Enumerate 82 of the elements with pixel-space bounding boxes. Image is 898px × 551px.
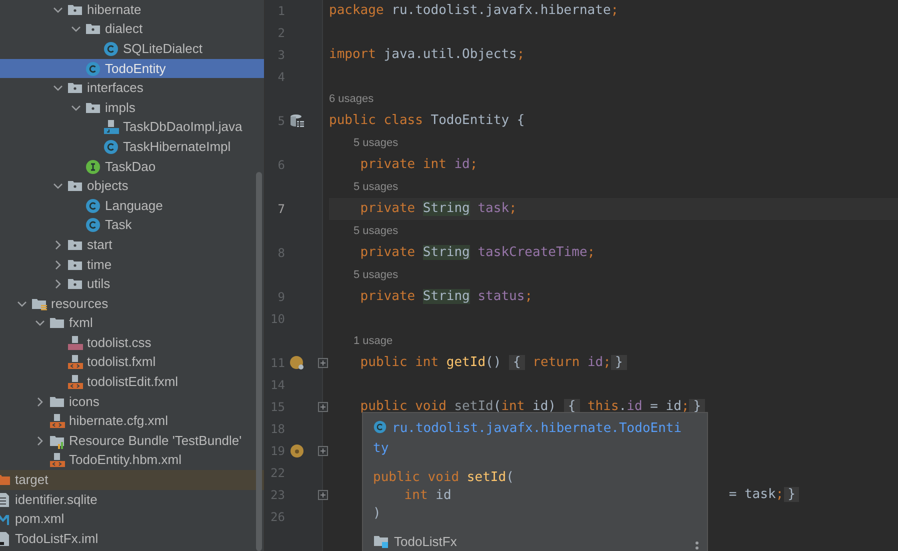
tree-item[interactable]: SQLiteDialect <box>0 39 264 59</box>
usages-hint[interactable]: 1 usage <box>353 335 393 347</box>
expand-fold-icon[interactable] <box>318 446 328 456</box>
class-link[interactable]: ru.todolist.javafx.hibernate.TodoEntity <box>373 419 683 459</box>
setter-icon <box>289 443 305 459</box>
chevron-down-icon[interactable] <box>17 298 27 309</box>
tree-item[interactable]: TodoEntity <box>0 58 264 78</box>
scrollbar-thumb[interactable] <box>256 172 262 551</box>
code-line: private int id; <box>359 157 478 172</box>
code-line: private String task; <box>359 201 517 216</box>
usages-hint[interactable]: 5 usages <box>353 269 398 281</box>
chevron-right-icon[interactable] <box>53 260 63 270</box>
more-options-icon[interactable] <box>695 541 699 551</box>
class-icon <box>85 217 101 234</box>
code-line: public class TodoEntity { <box>329 113 525 128</box>
expand-fold-icon[interactable] <box>318 358 328 368</box>
class-icon <box>373 420 387 434</box>
java-file-icon <box>103 119 119 136</box>
tree-item[interactable]: todolist.css <box>0 333 264 353</box>
xml-file-icon <box>67 354 83 370</box>
chevron-right-icon[interactable] <box>35 396 45 407</box>
module-file-icon <box>0 530 11 547</box>
tree-item[interactable]: pom.xml <box>0 509 264 530</box>
tree-item[interactable]: identifier.sqlite <box>0 490 264 510</box>
tree-item[interactable]: Language <box>0 196 264 216</box>
xml-file-icon <box>67 374 83 390</box>
css-file-icon <box>67 334 83 351</box>
class-icon <box>85 198 101 214</box>
tree-item[interactable]: hibernate.cfg.xml <box>0 411 264 432</box>
tree-item[interactable]: TodoListFx.iml <box>0 529 264 549</box>
tree-item[interactable]: dialect <box>0 20 264 40</box>
code-line: private String taskCreateTime; <box>359 245 596 260</box>
usages-hint[interactable]: 5 usages <box>353 225 398 237</box>
tree-item[interactable]: TaskHibernateImpl <box>0 137 264 157</box>
usages-hint[interactable]: 6 usages <box>329 93 374 105</box>
tree-item[interactable]: icons <box>0 392 264 412</box>
database-table-icon <box>289 113 305 129</box>
tree-item[interactable]: start <box>0 235 264 255</box>
interface-icon <box>85 158 101 175</box>
tree-item[interactable]: Task <box>0 216 264 236</box>
getter-icon <box>289 355 305 371</box>
expand-fold-icon[interactable] <box>318 490 328 500</box>
chevron-down-icon[interactable] <box>53 4 63 15</box>
code-line: private String status; <box>359 289 533 304</box>
chevron-down-icon[interactable] <box>53 83 63 94</box>
tree-item[interactable]: fxml <box>0 314 264 334</box>
expand-fold-icon[interactable] <box>318 402 328 412</box>
chevron-right-icon[interactable] <box>53 240 63 250</box>
class-icon <box>85 60 101 77</box>
tree-item[interactable]: TodoEntity.hbm.xml <box>0 450 264 470</box>
tree-item[interactable]: objects <box>0 176 264 196</box>
tree-item[interactable]: time <box>0 254 264 274</box>
tree-item[interactable]: target <box>0 470 264 490</box>
tree-item[interactable]: TaskDao <box>0 156 264 176</box>
chevron-right-icon[interactable] <box>35 436 45 446</box>
module-name: TodoListFx <box>394 534 457 548</box>
tree-item[interactable]: impls <box>0 98 264 118</box>
class-icon <box>103 138 119 155</box>
tree-item[interactable]: Resource Bundle 'TestBundle' <box>0 431 264 451</box>
code-line: package ru.todolist.javafx.hibernate; <box>329 3 619 18</box>
chevron-down-icon[interactable] <box>71 24 81 34</box>
tree-item[interactable]: resources <box>0 294 264 314</box>
tree-item[interactable]: TaskDbDaoImpl.java <box>0 118 264 138</box>
usages-hint[interactable]: 5 usages <box>353 181 398 193</box>
tree-item[interactable]: interfaces <box>0 78 264 98</box>
tree-item[interactable]: hibernate <box>0 0 264 20</box>
xml-file-icon <box>49 413 65 430</box>
code-line: import java.util.Objects; <box>329 47 525 62</box>
chevron-right-icon[interactable] <box>53 279 63 290</box>
code-line: public int getId() { return id; } <box>329 355 627 370</box>
tree-item[interactable]: todolist.fxml <box>0 352 264 372</box>
module-folder-icon <box>373 533 389 549</box>
usages-hint[interactable]: 5 usages <box>353 137 398 149</box>
chevron-down-icon[interactable] <box>71 102 81 113</box>
tree-item[interactable]: utils <box>0 274 264 294</box>
chevron-down-icon[interactable] <box>35 318 45 328</box>
tree-item[interactable]: todolistEdit.fxml <box>0 372 264 392</box>
chevron-down-icon[interactable] <box>53 181 63 192</box>
xml-file-icon <box>49 452 65 468</box>
line-number: 7 <box>276 202 285 216</box>
class-icon <box>103 40 119 57</box>
method-signature: public void setId( int id ) <box>373 469 515 523</box>
